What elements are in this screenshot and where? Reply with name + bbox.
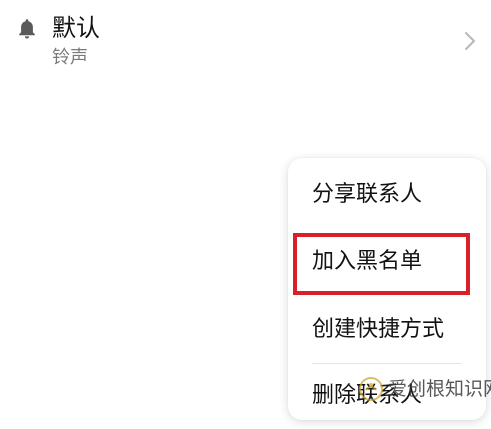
menu-item-label: 创建快捷方式 xyxy=(312,317,445,342)
watermark-text: 爱创根知识网 xyxy=(388,378,491,400)
menu-item-create-shortcut[interactable]: 创建快捷方式 xyxy=(288,297,486,363)
menu-item-label: 分享联系人 xyxy=(312,182,423,207)
watermark-logo-icon xyxy=(359,377,383,401)
ringtone-row[interactable]: 默认 铃声 xyxy=(0,0,491,84)
bell-icon xyxy=(19,19,35,39)
chevron-right-icon xyxy=(465,32,475,50)
ringtone-value: 默认 xyxy=(52,14,100,42)
menu-item-share-contact[interactable]: 分享联系人 xyxy=(288,162,486,228)
watermark: 爱创根知识网 xyxy=(358,374,491,404)
ringtone-label: 铃声 xyxy=(52,47,88,68)
highlight-annotation-box xyxy=(293,233,470,295)
